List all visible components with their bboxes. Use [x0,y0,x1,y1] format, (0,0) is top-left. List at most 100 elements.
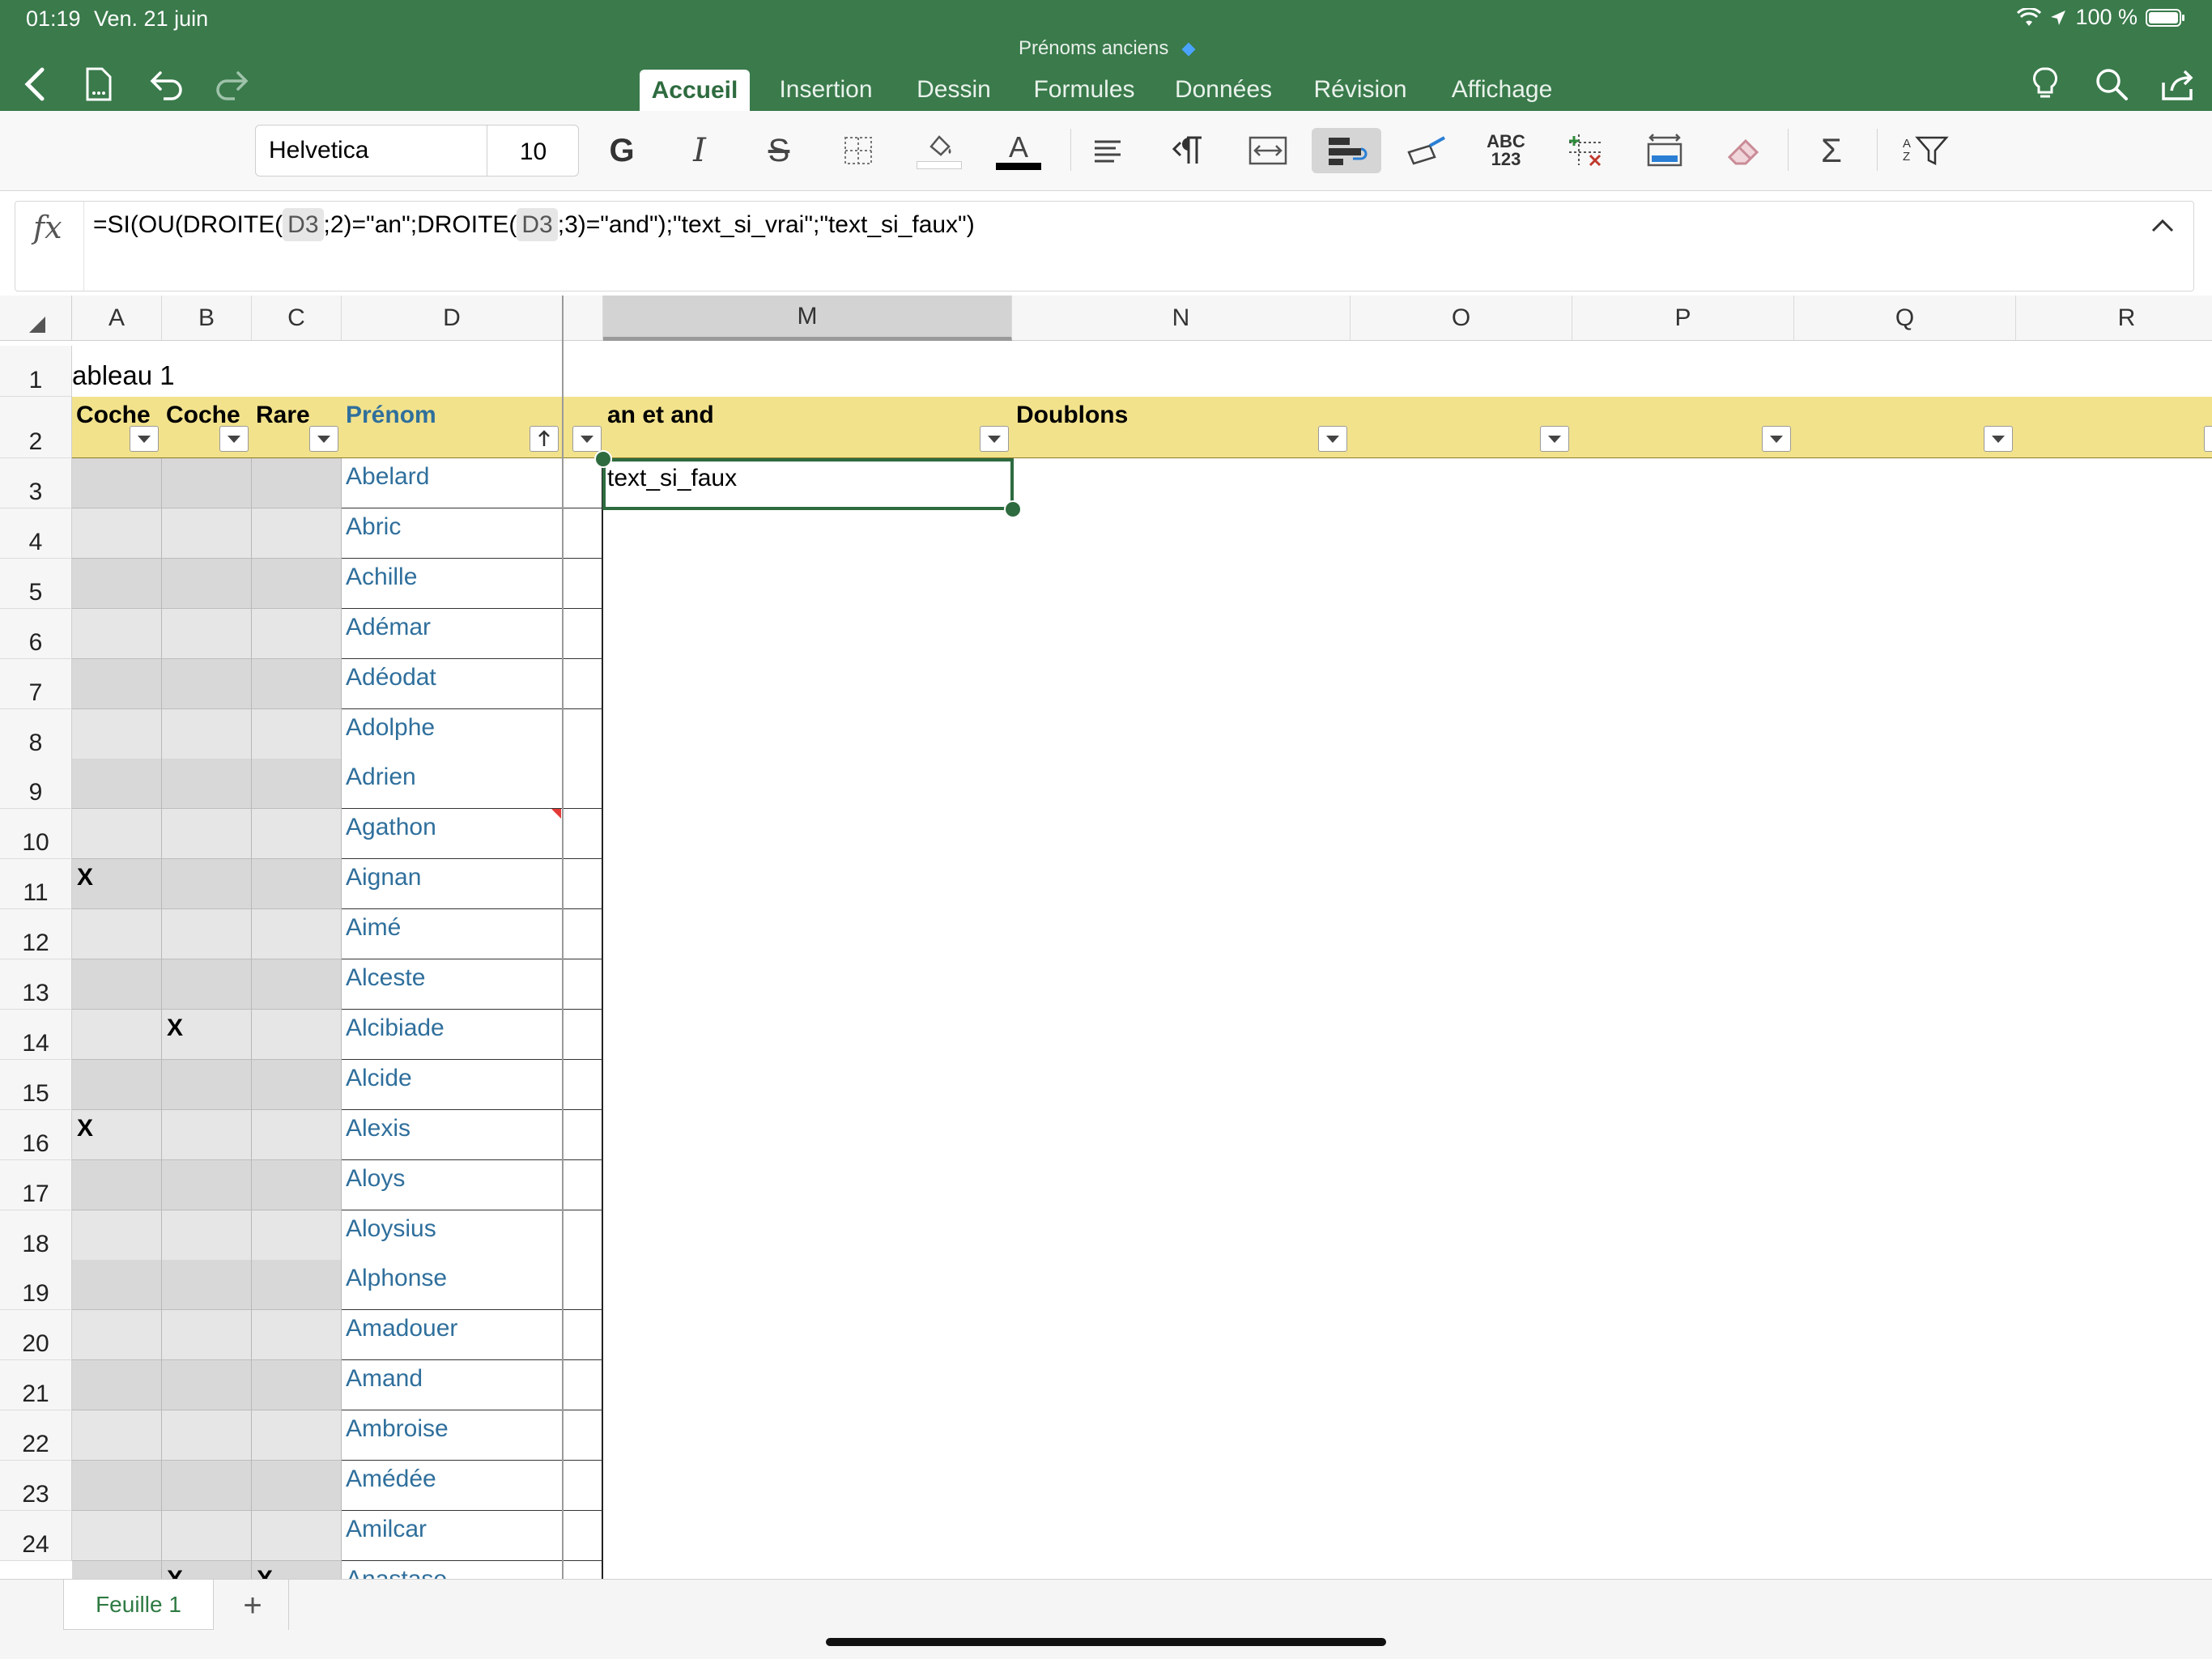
cell-hidden[interactable] [563,1310,603,1361]
name-cell[interactable]: Aignan [342,859,563,910]
cell-c[interactable] [252,1109,342,1160]
cell-a[interactable] [72,1009,162,1060]
selection-handle-bottom-right[interactable] [1004,500,1022,518]
cell-hidden[interactable] [563,1360,603,1411]
column-header[interactable]: B [162,296,252,341]
name-cell[interactable]: Abelard [342,458,563,508]
lightbulb-icon[interactable] [2023,62,2068,107]
bold-button[interactable]: G [596,128,648,173]
row-header[interactable]: 12 [0,909,72,960]
cell-c[interactable] [252,708,342,759]
sheet-tab-feuille-1[interactable]: Feuille 1 [63,1580,214,1630]
cell-a[interactable] [72,1360,162,1411]
formula-reference[interactable]: D3 [283,208,324,241]
cell-c[interactable] [252,458,342,508]
cell-b[interactable] [162,859,252,910]
name-cell[interactable]: Aloysius [342,1210,563,1261]
column-header-hidden[interactable] [563,296,603,341]
cell-a[interactable] [72,1410,162,1461]
cell-b[interactable] [162,458,252,508]
cell-hidden[interactable] [563,959,603,1010]
back-icon[interactable] [11,62,57,107]
column-header[interactable]: A [72,296,162,341]
filter-button[interactable] [1318,426,1347,452]
cell-hidden[interactable] [563,809,603,860]
row-header[interactable]: 22 [0,1410,72,1461]
name-cell[interactable]: Aloys [342,1159,563,1210]
cell-a[interactable] [72,909,162,960]
name-cell[interactable]: Achille [342,558,563,609]
cell-c[interactable] [252,608,342,659]
undo-icon[interactable] [144,62,189,107]
cell-a[interactable]: X [72,1109,162,1160]
filter-button[interactable] [572,426,602,452]
cell-a[interactable] [72,708,162,759]
row-header[interactable]: 24 [0,1510,72,1561]
name-cell[interactable]: Amilcar [342,1510,563,1561]
cell-c[interactable] [252,658,342,709]
filter-button[interactable] [219,426,249,452]
row-header[interactable]: 1 [0,346,72,397]
tab-accueil[interactable]: Accueil [640,70,750,111]
cell-b[interactable] [162,1360,252,1411]
cell-a[interactable] [72,1560,162,1579]
row-header[interactable]: 19 [0,1260,72,1311]
cell-c[interactable] [252,1159,342,1210]
cell-a[interactable] [72,1059,162,1110]
cell-hidden[interactable] [563,1009,603,1060]
cell-b[interactable] [162,1109,252,1160]
cell-c[interactable] [252,959,342,1010]
cell-b[interactable] [162,558,252,609]
row-header[interactable]: 20 [0,1310,72,1361]
row-header[interactable]: 6 [0,608,72,659]
font-selector[interactable]: Helvetica 10 [255,125,579,177]
row-header[interactable]: 21 [0,1360,72,1411]
cell-hidden[interactable] [563,1510,603,1561]
cell-a[interactable] [72,759,162,810]
column-header[interactable]: R [2016,296,2212,341]
cell-hidden[interactable] [563,909,603,960]
cell-c[interactable] [252,1260,342,1311]
name-cell[interactable]: Adrien [342,759,563,810]
column-header-selected[interactable]: M [603,296,1012,341]
cell-c[interactable] [252,1360,342,1411]
cell-c[interactable] [252,1009,342,1060]
name-cell[interactable]: Alphonse [342,1260,563,1311]
add-sheet-button[interactable]: + [232,1585,274,1627]
cell-a[interactable] [72,809,162,860]
cell-a[interactable] [72,1260,162,1311]
cell-b[interactable] [162,508,252,559]
row-header[interactable]: 16 [0,1109,72,1160]
cell-b[interactable] [162,1260,252,1311]
cell-hidden[interactable] [563,1260,603,1311]
cell-a[interactable] [72,1510,162,1561]
column-header[interactable]: P [1572,296,1794,341]
cell-b[interactable]: X [162,1560,252,1579]
home-indicator[interactable] [826,1638,1386,1646]
cell-b[interactable] [162,959,252,1010]
row-header[interactable]: 11 [0,859,72,910]
row-header[interactable]: 2 [0,397,72,458]
cell-hidden[interactable] [563,1210,603,1261]
cell-a[interactable]: X [72,859,162,910]
cell-a[interactable] [72,1310,162,1361]
cell-b[interactable] [162,1461,252,1511]
column-header[interactable]: C [252,296,342,341]
cell-a[interactable] [72,1159,162,1210]
insert-delete-icon[interactable] [1559,128,1611,173]
row-header[interactable]: 14 [0,1009,72,1060]
table-title[interactable]: ableau 1 [72,346,558,397]
cell-b[interactable] [162,1159,252,1210]
wrap-text-icon[interactable] [1312,128,1381,173]
column-header[interactable]: Q [1794,296,2016,341]
cell-b[interactable] [162,1310,252,1361]
filter-button[interactable] [980,426,1009,452]
cell-a[interactable] [72,1461,162,1511]
name-cell[interactable]: Alcibiade [342,1009,563,1060]
cell-a[interactable] [72,608,162,659]
cell-hidden[interactable] [563,558,603,609]
row-header[interactable]: 17 [0,1159,72,1210]
cell-hidden[interactable] [563,1159,603,1210]
cell-c[interactable] [252,1310,342,1361]
spreadsheet-grid[interactable]: A B C D M N O P Q R 1 2 3 4 5 6 7 8 9 10 11 12 13 14 1… [0,296,2212,1579]
